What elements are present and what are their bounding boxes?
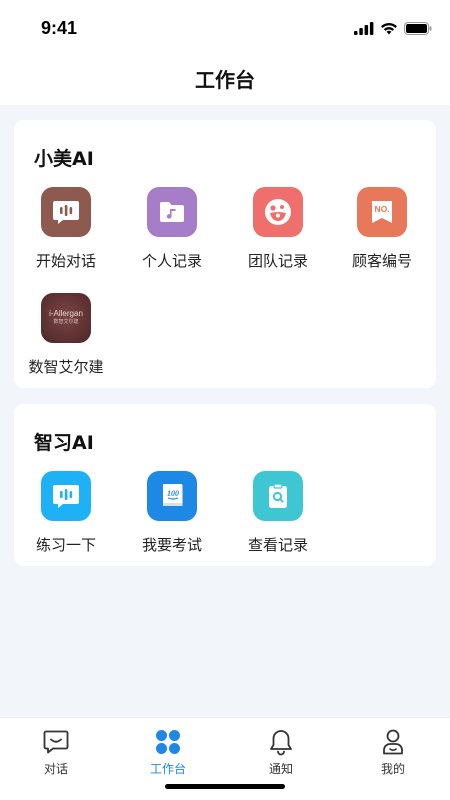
team-face-icon <box>253 187 303 237</box>
voice-bars-icon <box>41 187 91 237</box>
bell-icon <box>225 728 337 756</box>
profile-icon <box>337 728 449 756</box>
take-exam-button[interactable]: 100 我要考试 <box>120 471 224 555</box>
practice-button[interactable]: 练习一下 <box>14 471 118 555</box>
allergan-digital-button[interactable]: i-Allergan 数智艾尔建 数智艾尔建 <box>14 293 118 377</box>
start-chat-button[interactable]: 开始对话 <box>14 187 118 271</box>
tab-notifications[interactable]: 通知 <box>225 728 337 777</box>
tab-chat[interactable]: 对话 <box>0 728 112 777</box>
section-zhixi-ai: 智习AI 练习一下 100 我要考试 查看记录 <box>14 404 436 566</box>
logo-subtext: 数智艾尔建 <box>53 319 79 325</box>
item-label: 练习一下 <box>35 536 96 554</box>
page-title: 工作台 <box>195 68 255 92</box>
tab-workbench[interactable]: 工作台 <box>112 728 224 777</box>
tab-label: 我的 <box>380 762 405 776</box>
battery-icon <box>404 21 432 35</box>
view-records-button[interactable]: 查看记录 <box>226 471 330 555</box>
personal-records-button[interactable]: 个人记录 <box>120 187 224 271</box>
logo-text: i-Allergan <box>49 309 83 318</box>
item-label: 我要考试 <box>141 536 202 554</box>
tab-label: 对话 <box>43 762 68 776</box>
workbench-icon <box>112 728 224 756</box>
tab-label: 通知 <box>268 762 293 776</box>
item-label: 开始对话 <box>35 252 96 270</box>
status-bar: 9:41 <box>0 0 450 58</box>
music-folder-icon <box>147 187 197 237</box>
tab-label: 工作台 <box>149 762 186 776</box>
team-records-button[interactable]: 团队记录 <box>226 187 330 271</box>
tab-profile[interactable]: 我的 <box>337 728 449 777</box>
item-label: 顾客编号 <box>351 252 412 270</box>
item-label: 数智艾尔建 <box>28 358 104 376</box>
svg-text:NO.: NO. <box>374 204 389 214</box>
status-time: 9:41 <box>41 18 78 38</box>
number-ribbon-icon: NO. <box>357 187 407 237</box>
section-title: 小美AI <box>34 148 94 170</box>
item-label: 团队记录 <box>247 252 308 270</box>
customer-number-button[interactable]: NO. 顾客编号 <box>330 187 434 271</box>
chat-icon <box>0 728 112 756</box>
cellular-signal-icon <box>354 21 374 35</box>
svg-text:100: 100 <box>167 489 179 498</box>
section-xiaomei-ai: 小美AI 开始对话 个人记录 团队记录 NO. 顾客编号 i-Allergan … <box>14 120 436 388</box>
allergan-logo: i-Allergan 数智艾尔建 <box>41 293 91 343</box>
item-label: 查看记录 <box>247 536 308 554</box>
exam-book-icon: 100 <box>147 471 197 521</box>
item-label: 个人记录 <box>141 252 202 270</box>
screen: 9:41 工作台 小美AI 开始对话 个人记录 团队记录 NO. 顾客编号 i-… <box>0 0 450 800</box>
voice-bars-icon <box>41 471 91 521</box>
clipboard-search-icon <box>253 471 303 521</box>
section-title: 智习AI <box>34 432 94 454</box>
status-icons <box>354 18 432 38</box>
home-indicator <box>165 784 285 789</box>
wifi-icon <box>381 22 397 34</box>
